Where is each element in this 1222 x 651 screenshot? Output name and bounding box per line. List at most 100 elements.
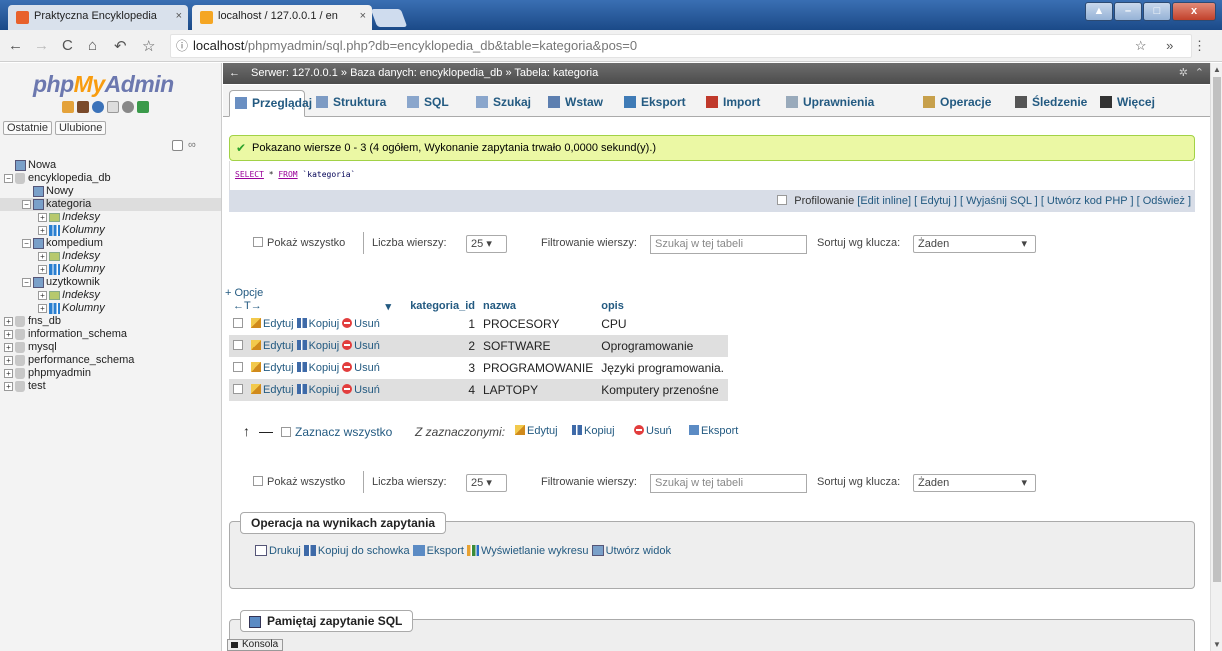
cell-kategoria-id[interactable]: 3: [395, 357, 479, 379]
scrollbar-thumb[interactable]: [1213, 77, 1221, 582]
tree-item[interactable]: − kategoria: [0, 198, 221, 211]
select-all-checkbox[interactable]: [281, 427, 291, 437]
tree-item[interactable]: + Indeksy: [0, 250, 221, 263]
print-link[interactable]: Drukuj: [255, 545, 301, 557]
undo-icon[interactable]: ↶: [114, 37, 127, 55]
column-opis[interactable]: opis: [597, 299, 728, 313]
maximize-button[interactable]: □: [1143, 2, 1171, 21]
cell-opis[interactable]: Oprogramowanie: [597, 335, 728, 357]
copy-row-button[interactable]: Kopiuj: [294, 318, 339, 330]
expand-icon[interactable]: +: [4, 317, 13, 326]
cell-opis[interactable]: Komputery przenośne: [597, 379, 728, 401]
tree-item[interactable]: + test: [0, 380, 221, 393]
row-checkbox[interactable]: [233, 340, 243, 350]
page-settings-icon[interactable]: ✲: [1179, 63, 1188, 84]
tree-item[interactable]: + information_schema: [0, 328, 221, 341]
tree-item[interactable]: + performance_schema: [0, 354, 221, 367]
tab-uprawnienia[interactable]: Uprawnienia: [781, 90, 911, 117]
sort-select[interactable]: Żaden ▾: [913, 235, 1036, 253]
tab-eksport[interactable]: Eksport: [619, 90, 695, 117]
export-link[interactable]: Eksport: [412, 545, 464, 557]
tab-struktura[interactable]: Struktura: [311, 90, 396, 117]
copy-row-button[interactable]: Kopiuj: [294, 362, 339, 374]
browser-tab-encyclopedia[interactable]: Praktyczna Encyklopedia ×: [8, 5, 188, 30]
edit-inline-link[interactable]: [Edit inline]: [857, 195, 911, 207]
column-kategoria-id[interactable]: kategoria_id: [395, 299, 479, 313]
url-input[interactable]: ⓘ localhost/phpmyadmin/sql.php?db=encykl…: [170, 34, 1192, 58]
show-all-option[interactable]: Pokaż wszystko: [253, 235, 345, 251]
reload-nav-icon[interactable]: [137, 101, 149, 113]
recent-tab[interactable]: Ostatnie: [3, 121, 52, 135]
delete-row-button[interactable]: Usuń: [339, 340, 380, 352]
scroll-down-icon[interactable]: ▼: [1213, 640, 1221, 649]
tab-wi-cej[interactable]: Więcej: [1095, 90, 1165, 117]
cell-nazwa[interactable]: PROGRAMOWANIE: [479, 357, 598, 379]
expand-icon[interactable]: +: [38, 226, 47, 235]
home-icon[interactable]: ⌂: [88, 37, 97, 54]
copy-row-button[interactable]: Kopiuj: [294, 384, 339, 396]
cell-opis[interactable]: Języki programowania.: [597, 357, 728, 379]
select-all-option[interactable]: Zaznacz wszystko: [281, 425, 392, 439]
tab-import[interactable]: Import: [701, 90, 775, 117]
expand-icon[interactable]: +: [4, 356, 13, 365]
expand-icon[interactable]: +: [38, 252, 47, 261]
bookmark-star-icon[interactable]: ☆: [142, 37, 155, 55]
tree-item[interactable]: + Indeksy: [0, 211, 221, 224]
scroll-up-icon[interactable]: ▲: [1213, 65, 1221, 74]
bulk-export-button[interactable]: Eksport: [686, 425, 738, 437]
tree-item[interactable]: + Indeksy: [0, 289, 221, 302]
cell-kategoria-id[interactable]: 1: [395, 313, 479, 335]
settings-icon[interactable]: [122, 101, 134, 113]
scroll-top-icon[interactable]: ⌃: [1195, 63, 1204, 84]
tree-item[interactable]: + phpmyadmin: [0, 367, 221, 380]
restore-icon[interactable]: ▲: [1085, 2, 1113, 21]
forward-icon[interactable]: →: [34, 37, 49, 54]
options-link[interactable]: + Opcje: [225, 287, 263, 299]
tree-item[interactable]: − uzytkownik: [0, 276, 221, 289]
rows-select[interactable]: 25 ▾: [466, 235, 507, 253]
edit-row-button[interactable]: Edytuj: [251, 318, 294, 330]
sort-select-bottom[interactable]: Żaden ▾: [913, 474, 1036, 492]
show-all-option-bottom[interactable]: Pokaż wszystko: [253, 474, 345, 490]
close-tab-icon[interactable]: ×: [360, 10, 366, 22]
tree-item[interactable]: + Kolumny: [0, 302, 221, 315]
table-row[interactable]: Edytuj Kopiuj Usuń 3 PROGRAMOWANIE Języki pro…: [229, 357, 728, 379]
new-tab-button[interactable]: [370, 9, 408, 27]
refresh-link[interactable]: [ Odśwież ]: [1137, 195, 1191, 207]
collapse-icon[interactable]: −: [4, 174, 13, 183]
tree-item[interactable]: Nowa: [0, 159, 221, 172]
collapse-all-icon[interactable]: [172, 140, 183, 151]
expand-icon[interactable]: +: [38, 304, 47, 313]
back-icon[interactable]: ←: [8, 37, 23, 54]
edit-query-link[interactable]: [ Edytuj ]: [914, 195, 957, 207]
copy-row-button[interactable]: Kopiuj: [294, 340, 339, 352]
tree-item[interactable]: + Kolumny: [0, 263, 221, 276]
tab-operacje[interactable]: Operacje: [918, 90, 1004, 117]
profiling-checkbox[interactable]: [777, 195, 788, 205]
rows-select-bottom[interactable]: 25 ▾: [466, 474, 507, 492]
tree-item[interactable]: Nowy: [0, 185, 221, 198]
breadcrumb-server[interactable]: Serwer: 127.0.0.1: [251, 67, 338, 79]
delete-row-button[interactable]: Usuń: [339, 384, 380, 396]
tree-item[interactable]: + Kolumny: [0, 224, 221, 237]
collapse-icon[interactable]: −: [22, 239, 31, 248]
logout-icon[interactable]: [77, 101, 89, 113]
table-row[interactable]: Edytuj Kopiuj Usuń 1 PROCESORY CPU: [229, 313, 728, 335]
tab--ledzenie[interactable]: Śledzenie: [1010, 90, 1088, 117]
reload-icon[interactable]: C: [62, 37, 73, 54]
cell-nazwa[interactable]: PROCESORY: [479, 313, 598, 335]
create-view-link[interactable]: Utwórz widok: [591, 545, 671, 557]
minimize-button[interactable]: –: [1114, 2, 1142, 21]
edit-row-button[interactable]: Edytuj: [251, 384, 294, 396]
explain-sql-link[interactable]: [ Wyjaśnij SQL ]: [960, 195, 1038, 207]
row-checkbox[interactable]: [233, 384, 243, 394]
filter-input[interactable]: Szukaj w tej tabeli: [650, 235, 807, 254]
table-row[interactable]: Edytuj Kopiuj Usuń 4 LAPTOPY Komputery przeno…: [229, 379, 728, 401]
edit-row-button[interactable]: Edytuj: [251, 340, 294, 352]
collapse-nav-icon[interactable]: ←: [229, 63, 240, 84]
table-row[interactable]: Edytuj Kopiuj Usuń 2 SOFTWARE Oprogramowanie: [229, 335, 728, 357]
phpmyadmin-logo[interactable]: phpMyAdmin: [33, 71, 174, 98]
collapse-icon[interactable]: −: [22, 278, 31, 287]
sql-query-display[interactable]: SELECT * FROM `kategoria`: [229, 161, 1195, 190]
link-with-main-icon[interactable]: ∞: [188, 139, 196, 151]
